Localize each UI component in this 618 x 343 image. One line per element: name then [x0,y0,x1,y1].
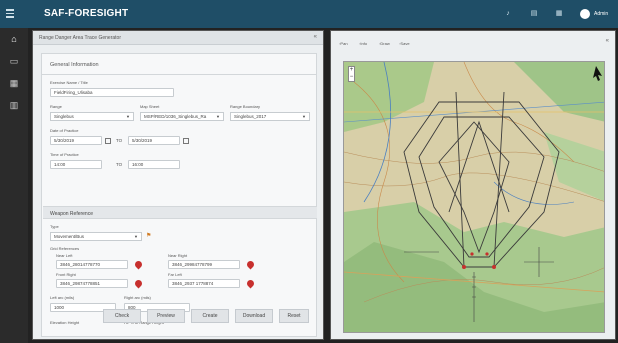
time-label: Time of Practice [50,152,79,157]
panel-title: Range Danger Area Trace Generator [39,35,121,41]
range-value: Singlebus [54,114,74,119]
map-sheet-select[interactable]: MSP/RED/1036_Singlebus_Ra ▼ [140,112,224,121]
map-panel: ◦Pan ◦Info ◦Draw ◦Save « + − [330,30,616,340]
type-label: Type [50,224,59,229]
panel-header: Range Danger Area Trace Generator « [33,31,323,45]
menu-icon[interactable] [6,9,14,18]
type-value: Movement/Bus [54,234,85,239]
zoom-out-button[interactable]: − [349,74,354,81]
avatar[interactable] [580,9,590,19]
divider [42,74,316,75]
calendar-icon[interactable] [105,138,111,144]
general-info-card: General Information Exercise Name / Titl… [41,53,317,337]
inbox-icon[interactable]: ▭ [9,56,19,66]
action-bar: Check Preview Create Download Reset [97,309,309,323]
chart-icon[interactable]: ▥ [9,100,19,110]
collapse-icon[interactable]: « [314,34,317,40]
general-info-title: General Information [50,62,99,68]
map-sheet-label: Map Sheet [140,104,160,109]
date-to-input[interactable]: 5/30/2019 [128,136,180,145]
map-pin-icon[interactable] [133,278,144,289]
time-from-input[interactable]: 14:00 [50,160,102,169]
calendar-icon[interactable]: ▦ [9,78,19,88]
left-nav: ⌂ ▭ ▦ ▥ [0,28,28,343]
reset-button[interactable]: Reset [279,309,309,323]
time-to-label: TO [116,162,123,167]
range-boundary-select[interactable]: Singlebus_2017 ▼ [230,112,310,121]
range-select[interactable]: Singlebus ▼ [50,112,134,121]
near-left-input[interactable]: 3846_28014778770 [56,260,128,269]
zoom-control: + − [348,66,355,82]
date-to-label: TO [116,138,123,143]
grid-references-label: Grid References [50,246,80,251]
exercise-label: Exercise Name / Title [50,80,88,85]
document-icon[interactable]: ▤ [530,10,538,18]
info-tool[interactable]: ◦Info [359,41,367,46]
front-right-label: Front Right [56,272,76,277]
near-right-input[interactable]: 3846_29984778799 [168,260,240,269]
bell-icon[interactable]: ♪ [504,10,512,18]
chevron-down-icon: ▼ [216,114,220,119]
far-left-input[interactable]: 3846_2937 1778874 [168,279,240,288]
time-to-input[interactable]: 16:00 [128,160,180,169]
calendar-icon[interactable] [183,138,189,144]
map-pin-icon[interactable] [245,259,256,270]
weapon-icon[interactable]: ⚑ [146,232,151,239]
save-tool[interactable]: ◦Save [399,41,410,46]
username[interactable]: Admin [594,11,608,17]
collapse-icon[interactable]: « [606,38,609,44]
create-button[interactable]: Create [191,309,229,323]
chevron-down-icon: ▼ [126,114,130,119]
app-title: SAF-FORESIGHT [44,8,129,19]
range-boundary-label: Range Boundary [230,104,261,109]
check-button[interactable]: Check [103,309,141,323]
range-label: Range [50,104,62,109]
near-left-label: Near Left [56,253,73,258]
top-app-bar: SAF-FORESIGHT ♪ ▤ ▦ Admin [0,0,618,28]
date-from-input[interactable]: 5/30/2019 [50,136,102,145]
pan-tool[interactable]: ◦Pan [339,41,348,46]
map-sheet-value: MSP/RED/1036_Singlebus_Ra [144,114,207,119]
far-left-label: Far Left [168,272,182,277]
generator-panel: Range Danger Area Trace Generator « Gene… [32,30,349,340]
near-right-label: Near Right [168,253,188,258]
weapon-reference-title: Weapon Reference [50,211,93,217]
home-icon[interactable]: ⌂ [9,34,19,44]
zoom-in-button[interactable]: + [349,67,354,74]
grid-icon[interactable]: ▦ [555,10,563,18]
type-select[interactable]: Movement/Bus ▼ [50,232,142,241]
map-pin-icon[interactable] [133,259,144,270]
draw-tool[interactable]: ◦Draw [379,41,390,46]
chevron-down-icon: ▼ [134,234,138,239]
date-label: Date of Practice [50,128,79,133]
elevation-label: Elevation Height [50,320,80,325]
weapon-reference-header: Weapon Reference [43,206,317,219]
exercise-name-input[interactable]: FieldFiring_Ulisaba [50,88,174,97]
preview-button[interactable]: Preview [147,309,185,323]
right-arc-label: Right arc (mils) [124,295,151,300]
front-right-input[interactable]: 3846_29874778851 [56,279,128,288]
left-arc-label: Left arc (mils) [50,295,75,300]
chevron-down-icon: ▼ [302,114,306,119]
map-view[interactable]: + − [343,61,605,333]
download-button[interactable]: Download [235,309,273,323]
range-boundary-value: Singlebus_2017 [234,114,267,119]
topographic-map[interactable] [344,62,605,333]
map-pin-icon[interactable] [245,278,256,289]
